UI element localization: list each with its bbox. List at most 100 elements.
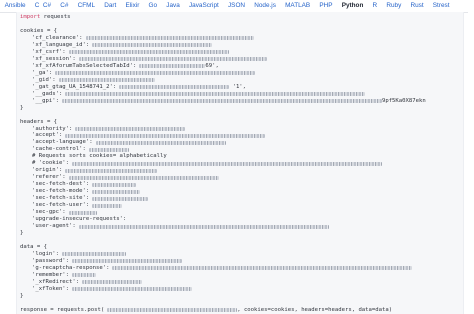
redacted-value (92, 182, 137, 187)
code-token: '_gat_gtag_UA_1548741_2': (32, 83, 117, 90)
code-token: 'cache-control': (32, 146, 86, 153)
code-line-cookie: 'xf_csrf': (20, 49, 459, 56)
code-token: 'origin': (32, 167, 63, 174)
code-token: import (20, 14, 41, 20)
tab-matlab[interactable]: MATLAB (280, 0, 314, 12)
code-line-header: 'accept': (20, 132, 459, 139)
redacted-value (78, 224, 329, 229)
code-token: '_ga': (32, 69, 53, 76)
redacted-value (68, 175, 219, 180)
tab-ruby[interactable]: Ruby (382, 0, 406, 12)
tab-rust[interactable]: Rust (406, 0, 428, 12)
code-line-header: 'sec-fetch-user': (20, 202, 459, 209)
code-line-data: 'login': (20, 251, 459, 258)
code-token: '_xfRedirect': (32, 278, 80, 285)
code-token: # 'cookie': (32, 160, 70, 167)
code-token: } (20, 292, 24, 299)
redacted-value (119, 85, 230, 90)
code-token: 'cf_clearance': (32, 34, 83, 41)
tab-node-js[interactable]: Node.js (250, 0, 281, 12)
redacted-value (55, 71, 256, 76)
redacted-value (68, 50, 229, 55)
redacted-value (139, 64, 206, 69)
tab-ansible[interactable]: Ansible (0, 0, 30, 12)
code-line-header: 'origin': (20, 167, 459, 174)
code-token: '_gid': (32, 76, 56, 83)
redacted-value (65, 92, 366, 97)
code-line-data: 'password': (20, 258, 459, 265)
redacted-value (72, 259, 183, 264)
code-line-data: 'g-recaptcha-response': (20, 265, 459, 272)
tab-python[interactable]: Python (337, 0, 368, 12)
tab-dart[interactable]: Dart (100, 0, 121, 12)
code-line-header: 'referer': (20, 174, 459, 181)
redacted-value (88, 147, 129, 152)
code-line-cookie: '_gat_gtag_UA_1548741_2': '1', (20, 84, 459, 91)
redacted-value (95, 140, 226, 145)
redacted-value (85, 36, 254, 41)
code-token: 'sec-gpc': (32, 209, 66, 216)
redacted-value (72, 161, 383, 166)
code-token: '__gads': (32, 90, 63, 97)
code-token: 'referer': (32, 174, 66, 181)
tab-c-[interactable]: C# (56, 0, 73, 12)
code-line-data: '_xfRedirect': (20, 279, 459, 286)
code-block: import requests cookies = {'cf_clearance'… (20, 14, 459, 314)
redacted-value (82, 280, 143, 285)
code-token: 'upgrade-insecure-requests': (32, 216, 127, 223)
code-line-cookie: '__gpi': 9pf5Ka0X87ekn (20, 98, 459, 105)
code-line-header: 'sec-fetch-mode': (20, 188, 459, 195)
code-token: cookies = { (20, 27, 58, 34)
code-token: 'remember': (32, 271, 70, 278)
code-line-header: 'accept-language': (20, 139, 459, 146)
code-line-cookies-open: cookies = { (20, 28, 459, 35)
code-token: } (20, 104, 24, 111)
code-line-data: '_xfToken': (20, 286, 459, 293)
code-token: 'user-agent': (32, 223, 76, 230)
redacted-value (112, 266, 413, 271)
code-token: , cookies=cookies, headers=headers, data… (237, 306, 393, 313)
tab-cfml[interactable]: CFML (73, 0, 100, 12)
code-line-cookie: 'cf_clearance': (20, 35, 459, 42)
code-line-close: } (20, 105, 459, 112)
code-line-header: 'cache-control': (20, 146, 459, 153)
code-token: 69', (205, 62, 219, 69)
code-token: response = requests.post( (20, 306, 105, 313)
tab-c-c-[interactable]: C C# (30, 0, 56, 12)
tab-r[interactable]: R (368, 0, 382, 12)
tab-strest[interactable]: Strest (428, 0, 454, 12)
code-token: 'accept-language': (32, 139, 93, 146)
code-token: data = { (20, 243, 47, 250)
tab-json[interactable]: JSON (223, 0, 249, 12)
code-token: 9pf5Ka0X87ekn (381, 97, 426, 104)
tab-java[interactable]: Java (162, 0, 185, 12)
redacted-value (65, 168, 158, 173)
code-line-header: 'authority': (20, 126, 459, 133)
redacted-value (78, 57, 267, 62)
code-token: 'sec-fetch-site': (32, 195, 90, 202)
tab-elixir[interactable]: Elixir (121, 0, 144, 12)
code-line-cookie: 'xf_session': (20, 56, 459, 63)
redacted-value (72, 287, 193, 292)
code-token: 'sec-fetch-dest': (32, 181, 90, 188)
code-line-cookie: 'xf_xfAforumTabsSelectedTabId': 69', (20, 63, 459, 70)
scrollbar[interactable] (468, 12, 474, 314)
code-token: '1', (229, 83, 247, 90)
code-token: 'g-recaptcha-response': (32, 264, 110, 271)
code-token: 'xf_language_id': (32, 41, 90, 48)
tab-php[interactable]: PHP (315, 0, 337, 12)
code-token: 'xf_session': (32, 55, 76, 62)
redacted-value (68, 210, 97, 215)
redacted-value (72, 273, 97, 278)
code-token: 'xf_xfAforumTabsSelectedTabId': (32, 62, 137, 69)
code-token: requests (40, 14, 71, 20)
redacted-value (92, 196, 149, 201)
redacted-value (65, 133, 266, 138)
redacted-value (92, 189, 141, 194)
code-line-header: 'sec-fetch-dest': (20, 181, 459, 188)
tab-go[interactable]: Go (144, 0, 162, 12)
redacted-value (92, 203, 123, 208)
tab-javascript[interactable]: JavaScript (184, 0, 223, 12)
